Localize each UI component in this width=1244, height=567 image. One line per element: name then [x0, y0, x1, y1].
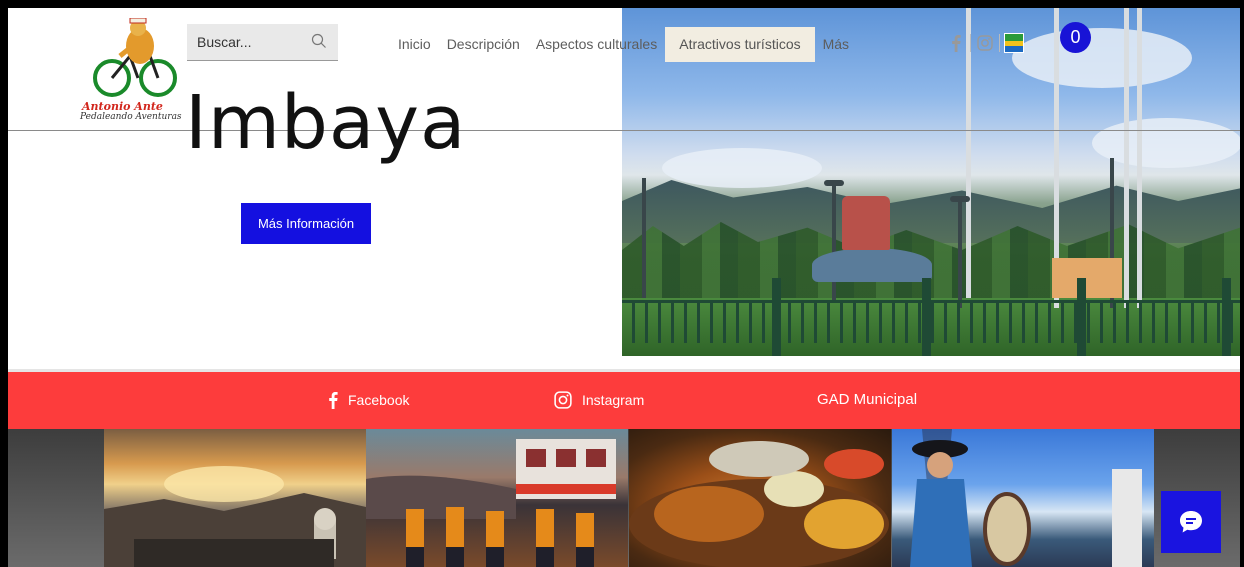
photo-gallery — [8, 429, 1240, 567]
gad-municipal-link[interactable]: GAD Municipal — [817, 391, 917, 408]
nav-item-inicio[interactable]: Inicio — [390, 27, 439, 62]
divider — [999, 34, 1000, 52]
divider — [970, 34, 971, 52]
social-bar: Facebook Instagram GAD Municipal — [8, 369, 1240, 429]
gallery-image-roast-guinea-pig[interactable] — [629, 429, 891, 567]
facebook-icon — [328, 391, 338, 409]
instagram-icon — [554, 391, 572, 409]
header-social-links — [946, 32, 1028, 54]
nav-item-descripcion[interactable]: Descripción — [439, 27, 528, 62]
nav-item-atractivos-turisticos[interactable]: Atractivos turísticos — [665, 27, 815, 62]
chat-bubble-icon — [1180, 511, 1202, 533]
gallery-image-sunset-town[interactable] — [104, 429, 366, 567]
facebook-icon[interactable] — [946, 32, 966, 54]
nav-item-mas[interactable]: Más — [815, 27, 857, 62]
instagram-link[interactable]: Instagram — [554, 391, 644, 409]
search-icon[interactable] — [311, 33, 327, 49]
nav-item-aspectos-culturales[interactable]: Aspectos culturales — [528, 27, 665, 62]
search-box[interactable] — [187, 24, 338, 61]
gad-municipal-label: GAD Municipal — [817, 391, 918, 408]
page-frame: Antonio Ante Pedaleando Aventuras Inicio… — [8, 8, 1240, 567]
instagram-icon[interactable] — [975, 32, 995, 54]
facebook-link[interactable]: Facebook — [328, 391, 409, 409]
hero-title: Imbaya — [185, 80, 467, 166]
site-logo[interactable]: Antonio Ante Pedaleando Aventuras — [78, 18, 190, 128]
gallery-image-drum-player[interactable] — [892, 429, 1154, 567]
gallery-image-festival-dancers[interactable] — [366, 429, 628, 567]
logo-tagline: Pedaleando Aventuras — [80, 112, 182, 122]
search-input[interactable] — [197, 24, 297, 60]
cyclist-mascot-icon — [93, 18, 177, 97]
facebook-label: Facebook — [348, 392, 410, 408]
cart-count-badge[interactable]: 0 — [1060, 22, 1091, 53]
main-nav: Inicio Descripción Aspectos culturales A… — [390, 26, 857, 63]
gad-logo-icon[interactable] — [1004, 32, 1024, 54]
instagram-label: Instagram — [582, 392, 645, 408]
chat-button[interactable] — [1161, 491, 1221, 553]
mas-informacion-button[interactable]: Más Información — [241, 203, 371, 244]
